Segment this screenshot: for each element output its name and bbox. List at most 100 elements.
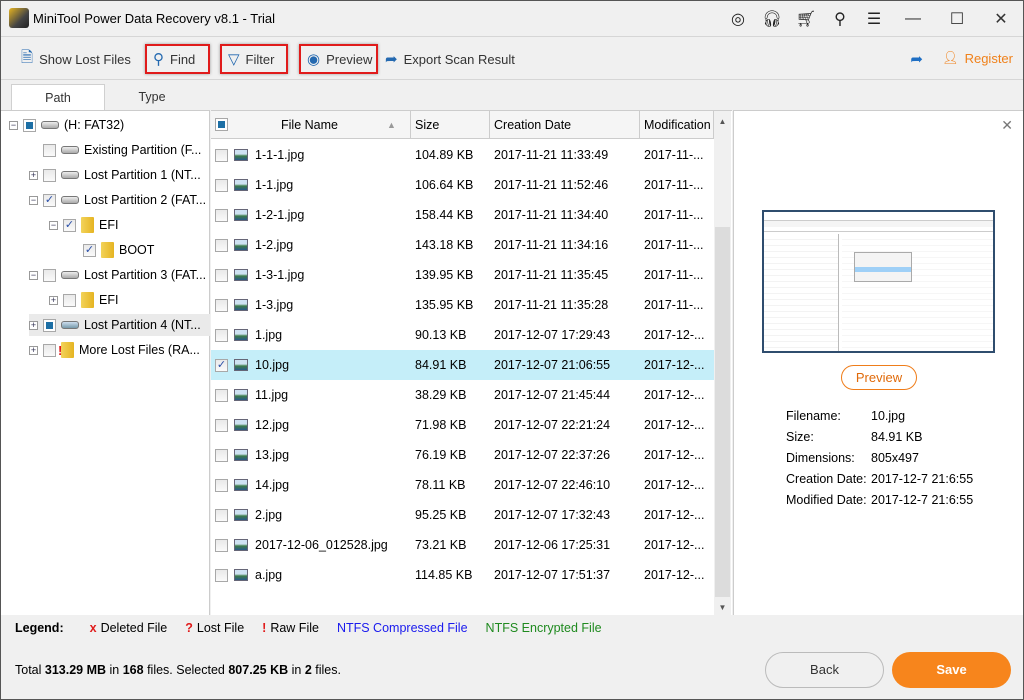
table-row[interactable]: 1-1.jpg 106.64 KB 2017-11-21 11:52:46 2017-… xyxy=(211,170,714,200)
file-name: 13.jpg xyxy=(255,448,290,462)
file-size: 78.11 KB xyxy=(415,478,466,492)
menu-icon[interactable]: ☰ xyxy=(857,1,891,37)
key-search-icon[interactable]: ⚲ xyxy=(823,1,857,37)
scroll-thumb[interactable] xyxy=(715,227,730,597)
row-checkbox[interactable] xyxy=(215,418,228,432)
find-button[interactable]: ⚲ Find xyxy=(145,44,210,74)
maximize-button[interactable]: ☐ xyxy=(935,1,979,37)
show-lost-files-button[interactable]: 🗎 Show Lost Files xyxy=(15,44,137,74)
tree-node[interactable]: − Lost Partition 3 (FAT... xyxy=(29,264,206,286)
row-checkbox[interactable] xyxy=(215,178,228,192)
register-button[interactable]: 👤︎ Register xyxy=(942,50,1013,66)
tree-checkbox[interactable] xyxy=(63,293,76,307)
filter-button[interactable]: ▽ Filter xyxy=(220,44,288,74)
expand-icon[interactable]: + xyxy=(29,320,38,330)
tree-node[interactable]: ✓ BOOT xyxy=(69,239,154,261)
creation-date: 2017-12-07 17:29:43 xyxy=(494,328,611,342)
table-row[interactable]: 1-3-1.jpg 139.95 KB 2017-11-21 11:35:45 201… xyxy=(211,260,714,290)
preview-panel: ✕ Preview Filename: 10.jpg Size: 84.91 KB Di… xyxy=(733,110,1023,615)
tree-checkbox[interactable]: ✓ xyxy=(43,193,56,207)
row-checkbox[interactable] xyxy=(215,388,228,402)
column-modification[interactable]: Modification xyxy=(640,111,714,139)
row-checkbox[interactable] xyxy=(215,298,228,312)
vertical-scrollbar[interactable]: ▲ ▼ xyxy=(714,111,731,615)
scroll-down-icon[interactable]: ▼ xyxy=(714,603,731,612)
row-checkbox[interactable] xyxy=(215,448,228,462)
column-file-name[interactable]: File Name ▲ xyxy=(211,111,411,139)
row-checkbox[interactable] xyxy=(215,508,228,522)
collapse-icon[interactable]: − xyxy=(49,220,58,230)
close-button[interactable]: ✕ xyxy=(979,1,1023,37)
scroll-up-icon[interactable]: ▲ xyxy=(714,111,731,126)
table-row[interactable]: 12.jpg 71.98 KB 2017-12-07 22:21:24 2017-12… xyxy=(211,410,714,440)
close-preview-icon[interactable]: ✕ xyxy=(1001,117,1013,134)
tree-node[interactable]: + Lost Partition 4 (NT... xyxy=(29,314,210,336)
tab-type[interactable]: Type xyxy=(105,84,199,111)
preview-file-button[interactable]: Preview xyxy=(841,365,917,390)
total-files: 168 xyxy=(122,663,144,677)
row-checkbox[interactable] xyxy=(215,238,228,252)
table-row[interactable]: a.jpg 114.85 KB 2017-12-07 17:51:37 2017-12… xyxy=(211,560,714,590)
tree-checkbox[interactable] xyxy=(43,268,56,282)
collapse-icon[interactable]: − xyxy=(9,120,18,130)
row-checkbox[interactable] xyxy=(215,538,228,552)
table-row[interactable]: 1-2.jpg 143.18 KB 2017-11-21 11:34:16 2017-… xyxy=(211,230,714,260)
creation-date: 2017-12-06 17:25:31 xyxy=(494,538,611,552)
row-checkbox[interactable]: ✓ xyxy=(215,358,228,372)
back-button[interactable]: Back xyxy=(765,652,884,688)
row-checkbox[interactable] xyxy=(215,148,228,162)
table-row[interactable]: 1.jpg 90.13 KB 2017-12-07 17:29:43 2017-12-… xyxy=(211,320,714,350)
tree-node[interactable]: − ✓ Lost Partition 2 (FAT... xyxy=(29,189,206,211)
tree-node[interactable]: − (H: FAT32) xyxy=(9,114,124,136)
tree-checkbox[interactable] xyxy=(43,143,56,157)
tree-checkbox[interactable] xyxy=(43,343,56,357)
share-icon[interactable]: ➦ xyxy=(910,50,923,68)
collapse-icon[interactable]: − xyxy=(29,270,38,280)
expand-icon[interactable]: + xyxy=(49,295,58,305)
tree-node[interactable]: Existing Partition (F... xyxy=(29,139,201,161)
table-row[interactable]: 11.jpg 38.29 KB 2017-12-07 21:45:44 2017-12… xyxy=(211,380,714,410)
table-row[interactable]: 1-2-1.jpg 158.44 KB 2017-11-21 11:34:40 201… xyxy=(211,200,714,230)
row-checkbox[interactable] xyxy=(215,328,228,342)
file-size: 135.95 KB xyxy=(415,298,474,312)
tree-checkbox[interactable]: ✓ xyxy=(83,243,96,257)
expand-icon[interactable]: + xyxy=(29,170,38,180)
table-row[interactable]: 1-1-1.jpg 104.89 KB 2017-11-21 11:33:49 201… xyxy=(211,140,714,170)
creation-date: 2017-11-21 11:34:16 xyxy=(494,238,609,252)
file-size: 71.98 KB xyxy=(415,418,467,432)
expand-icon[interactable]: + xyxy=(29,345,38,355)
tree-node[interactable]: +! More Lost Files (RA... xyxy=(29,339,200,361)
select-all-checkbox[interactable] xyxy=(215,118,228,131)
table-row[interactable]: 2017-12-06_012528.jpg 73.21 KB 2017-12-06 … xyxy=(211,530,714,560)
tree-checkbox[interactable] xyxy=(23,118,36,132)
column-creation-date[interactable]: Creation Date xyxy=(490,111,640,139)
save-button[interactable]: Save xyxy=(892,652,1011,688)
table-row[interactable]: 14.jpg 78.11 KB 2017-12-07 22:46:10 2017-12… xyxy=(211,470,714,500)
folder-icon xyxy=(81,292,94,308)
support-headset-icon[interactable]: 🎧︎ xyxy=(755,1,789,37)
row-checkbox[interactable] xyxy=(215,568,228,582)
minimize-button[interactable]: — xyxy=(891,1,935,37)
collapse-icon[interactable]: − xyxy=(29,195,38,205)
column-size[interactable]: Size xyxy=(411,111,490,139)
row-checkbox[interactable] xyxy=(215,208,228,222)
status-summary: Total 313.29 MB in 168 files. Selected 8… xyxy=(15,663,341,677)
preview-button[interactable]: ◉ Preview xyxy=(299,44,378,74)
tree-checkbox[interactable]: ✓ xyxy=(63,218,76,232)
table-row[interactable]: 1-3.jpg 135.95 KB 2017-11-21 11:35:28 2017-… xyxy=(211,290,714,320)
image-file-icon xyxy=(234,539,248,551)
table-row[interactable]: ✓ 10.jpg 84.91 KB 2017-12-07 21:06:55 2017-1… xyxy=(211,350,714,380)
disk-icon[interactable]: ◎ xyxy=(721,1,755,37)
tree-node[interactable]: + EFI xyxy=(49,289,118,311)
table-row[interactable]: 13.jpg 76.19 KB 2017-12-07 22:37:26 2017-12… xyxy=(211,440,714,470)
tree-checkbox[interactable] xyxy=(43,318,56,332)
export-scan-result-button[interactable]: ➦ Export Scan Result xyxy=(379,44,521,74)
cart-icon[interactable]: 🛒︎ xyxy=(789,1,823,37)
tab-path[interactable]: Path xyxy=(11,84,105,111)
tree-checkbox[interactable] xyxy=(43,168,56,182)
table-row[interactable]: 2.jpg 95.25 KB 2017-12-07 17:32:43 2017-12-… xyxy=(211,500,714,530)
tree-node[interactable]: + Lost Partition 1 (NT... xyxy=(29,164,201,186)
row-checkbox[interactable] xyxy=(215,478,228,492)
tree-node[interactable]: − ✓ EFI xyxy=(49,214,118,236)
row-checkbox[interactable] xyxy=(215,268,228,282)
